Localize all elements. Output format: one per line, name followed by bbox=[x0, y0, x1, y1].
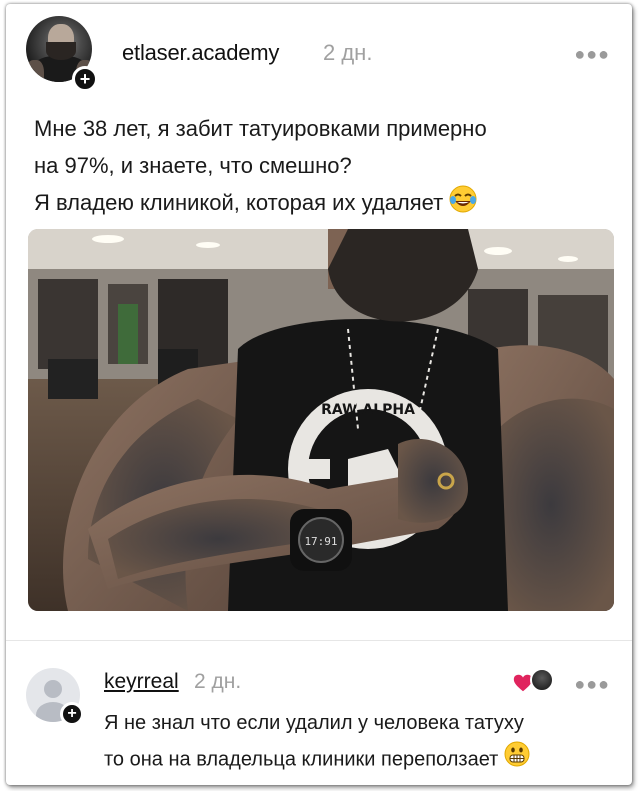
comment: + keyrreal 2 дн. ●●● Я не знал что если … bbox=[6, 654, 632, 774]
post-header: + etlaser.academy 2 дн. ●●● bbox=[26, 16, 616, 92]
comment-text: Я не знал что если удалил у человека тат… bbox=[104, 706, 614, 779]
watch-face-text: 17:91 bbox=[304, 535, 337, 548]
comment-text-line: Я не знал что если удалил у человека тат… bbox=[104, 712, 524, 734]
shirt-logo-text: RAW ALPHA bbox=[321, 402, 415, 418]
comment-time: 2 дн. bbox=[194, 670, 242, 693]
post-text-line: на 97%, и знаете, что смешно? bbox=[34, 153, 352, 178]
post-text-line: Я владею клиникой, которая их удаляет bbox=[34, 184, 614, 224]
author-name[interactable]: etlaser.academy bbox=[122, 40, 279, 66]
post-card: + etlaser.academy 2 дн. ●●● Мне 38 лет, … bbox=[6, 4, 632, 785]
follow-plus-icon[interactable]: + bbox=[60, 702, 84, 726]
post-text: Мне 38 лет, я забит татуировками примерн… bbox=[34, 110, 614, 224]
comment-author[interactable]: keyrreal bbox=[104, 670, 179, 694]
ellipsis-icon[interactable]: ●●● bbox=[574, 674, 610, 695]
post-text-line-content: Я владею клиникой, которая их удаляет bbox=[34, 190, 444, 215]
reaction-avatar[interactable] bbox=[530, 668, 554, 692]
face-with-tears-of-joy-icon bbox=[449, 185, 477, 224]
follow-plus-icon[interactable]: + bbox=[72, 66, 98, 92]
post-time: 2 дн. bbox=[323, 40, 373, 65]
ellipsis-icon[interactable]: ●●● bbox=[574, 44, 610, 65]
divider bbox=[6, 640, 632, 641]
comment-text-line-content: то она на владельца клиники переползает bbox=[104, 748, 499, 771]
post-text-line: Мне 38 лет, я забит татуировками примерн… bbox=[34, 116, 487, 141]
comment-text-line: то она на владельца клиники переползает bbox=[104, 741, 614, 779]
grimacing-face-icon bbox=[504, 741, 530, 779]
post-photo[interactable]: RAW ALPHA 17:91 bbox=[28, 229, 614, 611]
